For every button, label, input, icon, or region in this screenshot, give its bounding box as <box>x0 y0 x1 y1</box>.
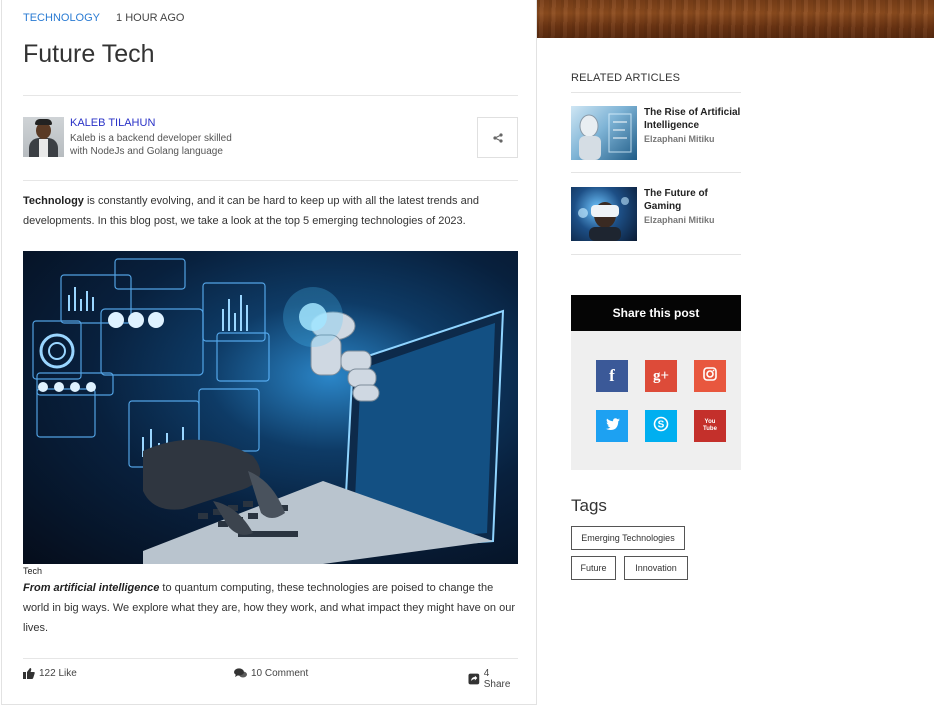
divider <box>23 658 518 659</box>
article-body: From artificial intelligence to quantum … <box>23 578 518 638</box>
comment-button[interactable]: 10 Comment <box>234 668 308 679</box>
header-wood-banner <box>537 0 934 38</box>
divider <box>23 180 518 181</box>
hero-image <box>23 251 518 564</box>
article-card: TECHNOLOGY 1 HOUR AGO Future Tech KALEB … <box>1 0 537 705</box>
tag-link[interactable]: Future <box>571 556 616 580</box>
twitter-share-button[interactable] <box>596 410 628 442</box>
tag-link[interactable]: Emerging Technologies <box>571 526 685 550</box>
tags-heading: Tags <box>571 496 607 515</box>
intro-text: is constantly evolving, and it can be ha… <box>23 195 479 227</box>
facebook-share-button[interactable]: f <box>596 360 628 392</box>
related-article-author: Elzaphani Mitiku <box>644 134 715 144</box>
instagram-share-button[interactable] <box>694 360 726 392</box>
related-article-title[interactable]: The Future of Gaming <box>644 187 744 213</box>
youtube-share-button[interactable]: You Tube <box>694 410 726 442</box>
share-toggle-button[interactable] <box>477 117 518 158</box>
google-plus-icon: g+ <box>652 367 670 384</box>
share-count-button[interactable]: 4 Share <box>468 668 518 690</box>
intro-bold-term: Technology <box>23 195 84 207</box>
like-count: 122 Like <box>39 668 77 679</box>
comment-count: 10 Comment <box>251 668 309 679</box>
skype-icon: S <box>653 416 669 437</box>
related-articles-heading: RELATED ARTICLES <box>571 72 681 84</box>
tag-link[interactable]: Innovation <box>624 556 688 580</box>
thumbs-up-icon <box>23 668 35 679</box>
comments-icon <box>234 668 247 678</box>
divider <box>23 95 518 96</box>
share-widget-heading: Share this post <box>571 295 741 331</box>
divider <box>571 254 741 255</box>
related-article-title[interactable]: The Rise of Artificial Intelligence <box>644 106 744 132</box>
share-icon <box>492 132 503 143</box>
body-lead: From artificial intelligence <box>23 582 160 594</box>
image-caption: Tech <box>23 566 43 576</box>
author-avatar[interactable] <box>23 117 64 157</box>
youtube-icon: You Tube <box>703 419 717 432</box>
related-thumb-gaming[interactable] <box>571 187 637 241</box>
share-widget: Share this post f g+ S You Tube <box>571 295 741 470</box>
author-bio: Kaleb is a backend developer skilled wit… <box>70 133 232 157</box>
divider <box>571 172 741 173</box>
related-thumb-ai[interactable] <box>571 106 637 160</box>
instagram-icon <box>703 366 717 386</box>
post-time: 1 HOUR AGO <box>116 12 185 24</box>
article-title: Future Tech <box>23 40 155 68</box>
share-square-icon <box>468 673 480 685</box>
skype-share-button[interactable]: S <box>645 410 677 442</box>
category-link[interactable]: TECHNOLOGY <box>23 12 100 24</box>
facebook-icon: f <box>609 366 615 385</box>
article-intro: Technology is constantly evolving, and i… <box>23 191 518 231</box>
share-count: 4 Share <box>483 668 511 690</box>
twitter-icon <box>605 417 620 435</box>
author-name-link[interactable]: KALEB TILAHUN <box>70 117 155 129</box>
related-article-author: Elzaphani Mitiku <box>644 215 715 225</box>
article-meta: TECHNOLOGY 1 HOUR AGO <box>23 12 184 24</box>
google-plus-share-button[interactable]: g+ <box>645 360 677 392</box>
like-button[interactable]: 122 Like <box>23 668 77 679</box>
svg-text:S: S <box>658 419 665 430</box>
divider <box>571 92 741 93</box>
